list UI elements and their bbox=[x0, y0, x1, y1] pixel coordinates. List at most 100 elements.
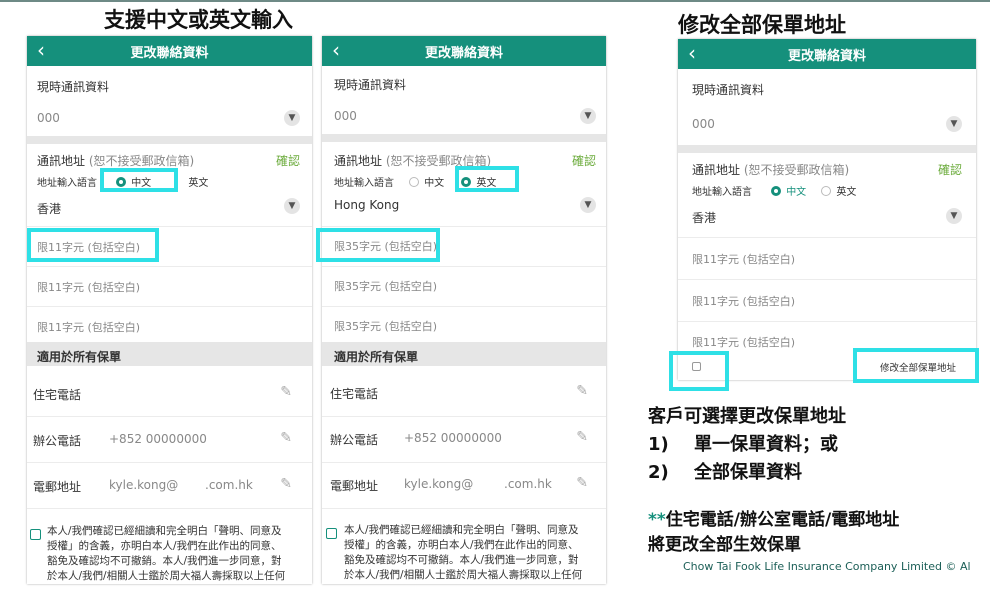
pencil-icon[interactable]: ✎ bbox=[280, 384, 292, 400]
all-policies-label: 適用於所有保單 bbox=[37, 350, 122, 364]
checkbox-icon[interactable] bbox=[30, 529, 41, 540]
pencil-icon[interactable]: ✎ bbox=[576, 383, 588, 399]
address-note: (恕不接受郵政信箱) bbox=[88, 154, 195, 168]
divider bbox=[27, 306, 312, 307]
heading-modify-all-addresses: 修改全部保單地址 bbox=[678, 13, 846, 37]
note-item-1: 1) 單一保單資料；或 bbox=[648, 434, 838, 455]
note-item-2: 2) 全部保單資料 bbox=[648, 462, 802, 483]
highlight-modify-all bbox=[853, 348, 979, 383]
radio-icon[interactable] bbox=[821, 186, 832, 196]
address-label: 通訊地址 bbox=[37, 154, 86, 168]
phone-screen-modify-all: ‹ 更改聯絡資料 現時通訊資料 000 ▼ 通訊地址 (恕不接受郵政信箱) 確認… bbox=[678, 39, 976, 380]
back-arrow-icon[interactable]: ‹ bbox=[37, 38, 45, 62]
section-gap bbox=[678, 145, 976, 153]
section-gap bbox=[322, 134, 606, 142]
divider bbox=[27, 266, 312, 267]
divider bbox=[322, 462, 606, 463]
region-value: Hong Kong bbox=[334, 198, 400, 212]
email-domain: .com.hk bbox=[504, 477, 552, 491]
divider bbox=[322, 416, 606, 417]
language-label: 地址輸入語言 bbox=[37, 178, 97, 189]
divider bbox=[27, 462, 312, 463]
note-contact: **住宅電話/辦公室電話/電郵地址 將更改全部生效保單 bbox=[648, 510, 900, 555]
chevron-down-icon[interactable]: ▼ bbox=[284, 110, 300, 126]
lang-en-option[interactable]: 英文 bbox=[188, 178, 208, 189]
current-info-label: 現時通訊資料 bbox=[37, 80, 110, 94]
notes: 客戶可選擇更改保單地址 1) 單一保單資料；或 2) 全部保單資料 bbox=[648, 403, 986, 487]
divider bbox=[322, 266, 606, 267]
divider bbox=[27, 416, 312, 417]
checkbox-icon[interactable] bbox=[326, 528, 337, 539]
address-line-2-input[interactable]: 限11字元 (包括空白) bbox=[692, 293, 976, 309]
divider bbox=[678, 321, 976, 322]
app-header: ‹ 更改聯絡資料 bbox=[678, 39, 976, 69]
divider bbox=[322, 508, 606, 509]
chevron-down-icon[interactable]: ▼ bbox=[284, 198, 300, 214]
header-title: 更改聯絡資料 bbox=[130, 45, 209, 61]
note-stars: ** bbox=[648, 510, 666, 530]
pencil-icon[interactable]: ✎ bbox=[280, 430, 292, 446]
address-line-2-input[interactable]: 限35字元 (包括空白) bbox=[334, 278, 606, 294]
highlight-lang-zh bbox=[100, 168, 178, 192]
current-info-value: 000 bbox=[692, 117, 715, 131]
address-line-3-input[interactable]: 限11字元 (包括空白) bbox=[37, 319, 312, 335]
radio-selected-icon[interactable] bbox=[771, 186, 782, 196]
confirm-link[interactable]: 確認 bbox=[276, 152, 300, 169]
chevron-down-icon[interactable]: ▼ bbox=[580, 108, 596, 124]
address-line-1-input[interactable]: 限11字元 (包括空白) bbox=[692, 251, 976, 267]
top-rule bbox=[0, 0, 990, 2]
lang-en-option[interactable]: 英文 bbox=[821, 186, 856, 198]
address-label: 通訊地址 bbox=[334, 154, 383, 168]
consent-text: 本人/我們確認已經細讀和完全明白「聲明、同意及 授權」的含義，亦明白本人/我們在… bbox=[47, 525, 286, 582]
divider bbox=[322, 226, 606, 227]
address-note: (恕不接受郵政信箱) bbox=[743, 163, 850, 177]
address-line-2-input[interactable]: 限11字元 (包括空白) bbox=[37, 279, 312, 295]
home-phone-label: 住宅電話 bbox=[330, 387, 379, 401]
confirm-link[interactable]: 確認 bbox=[572, 152, 596, 169]
current-info-label: 現時通訊資料 bbox=[692, 83, 765, 97]
email-domain: .com.hk bbox=[205, 478, 253, 492]
home-phone-label: 住宅電話 bbox=[33, 388, 82, 402]
divider bbox=[27, 508, 312, 509]
note-choose: 客戶可選擇更改保單地址 bbox=[648, 406, 846, 427]
current-info-value: 000 bbox=[334, 109, 357, 123]
phone-screen-english: ‹ 更改聯絡資料 現時通訊資料 000 ▼ 通訊地址 (恕不接受郵政信箱) 確認… bbox=[322, 36, 606, 584]
header-title: 更改聯絡資料 bbox=[424, 45, 503, 61]
chevron-down-icon[interactable]: ▼ bbox=[946, 116, 962, 132]
back-arrow-icon[interactable]: ‹ bbox=[332, 38, 340, 62]
pencil-icon[interactable]: ✎ bbox=[576, 429, 588, 445]
back-arrow-icon[interactable]: ‹ bbox=[688, 41, 696, 65]
pencil-icon[interactable]: ✎ bbox=[576, 475, 588, 491]
address-line-3-input[interactable]: 限35字元 (包括空白) bbox=[334, 318, 606, 334]
address-label: 通訊地址 bbox=[692, 163, 741, 177]
consent-text: 本人/我們確認已經細讀和完全明白「聲明、同意及 授權」的含義，亦明白本人/我們在… bbox=[344, 524, 583, 581]
highlight-checkbox bbox=[669, 351, 729, 391]
current-info-value: 000 bbox=[37, 111, 60, 125]
region-value: 香港 bbox=[692, 211, 717, 225]
pencil-icon[interactable]: ✎ bbox=[280, 476, 292, 492]
language-label: 地址輸入語言 bbox=[692, 187, 752, 198]
phone-screen-chinese: ‹ 更改聯絡資料 現時通訊資料 000 ▼ 通訊地址 (恕不接受郵政信箱) 確認… bbox=[27, 36, 312, 584]
confirm-link[interactable]: 確認 bbox=[938, 161, 962, 178]
app-header: ‹ 更改聯絡資料 bbox=[27, 36, 312, 66]
divider bbox=[678, 237, 976, 238]
divider bbox=[322, 306, 606, 307]
all-policies-label: 適用於所有保單 bbox=[334, 350, 419, 364]
address-heading: 通訊地址 (恕不接受郵政信箱) bbox=[692, 161, 976, 178]
address-heading: 通訊地址 (恕不接受郵政信箱) bbox=[37, 152, 312, 169]
region-value: 香港 bbox=[37, 202, 62, 216]
divider bbox=[678, 279, 976, 280]
highlight-lang-en bbox=[455, 166, 519, 192]
highlight-address-input-en bbox=[316, 228, 440, 262]
section-gap bbox=[27, 136, 312, 144]
highlight-address-input-zh bbox=[27, 228, 159, 262]
current-info-label: 現時通訊資料 bbox=[334, 78, 407, 92]
lang-zh-option[interactable]: 中文 bbox=[771, 186, 806, 198]
chevron-down-icon[interactable]: ▼ bbox=[580, 197, 596, 213]
header-title: 更改聯絡資料 bbox=[787, 48, 866, 64]
language-row: 地址輸入語言 中文 英文 bbox=[692, 183, 976, 198]
lang-zh-option[interactable]: 中文 bbox=[409, 177, 444, 189]
chevron-down-icon[interactable]: ▼ bbox=[946, 208, 962, 224]
app-header: ‹ 更改聯絡資料 bbox=[322, 36, 606, 66]
radio-icon[interactable] bbox=[409, 177, 420, 187]
